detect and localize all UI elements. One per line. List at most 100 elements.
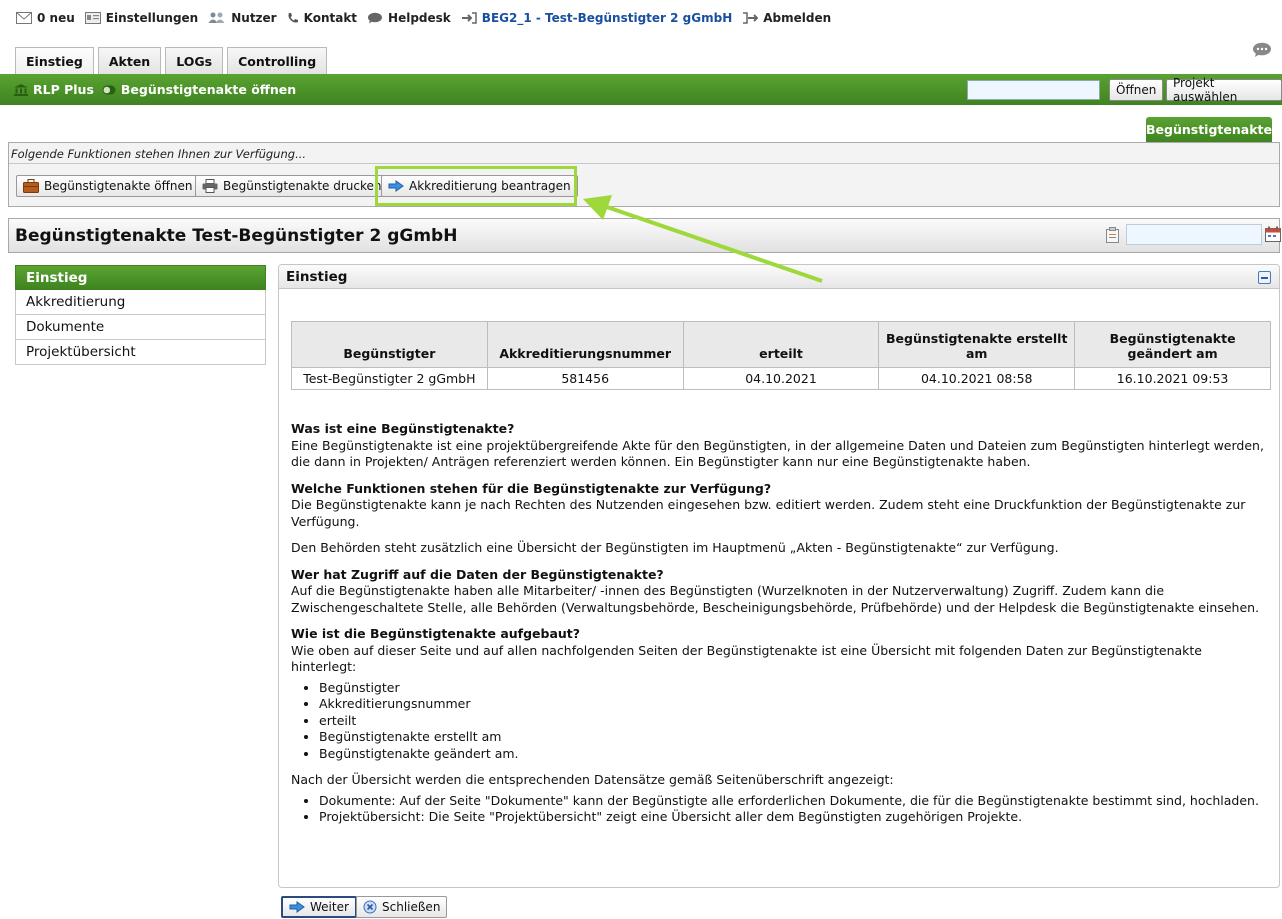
breadcrumb-bar: RLP Plus Begünstigtenakte öffnen Öffnen … xyxy=(0,74,1282,105)
toggle-icon xyxy=(102,85,116,95)
content-panel: Einstieg Begünstigter Akkreditierungsnum… xyxy=(278,264,1280,888)
structure-list: Begünstigter Akkreditierungsnummer ertei… xyxy=(291,680,1271,763)
top-utility-bar: 0 neu Einstellungen Nutzer Kontakt Helpd… xyxy=(0,0,1282,38)
login-arrow-icon xyxy=(461,12,477,24)
project-search-input[interactable] xyxy=(967,80,1100,100)
helpdesk-link[interactable]: Helpdesk xyxy=(367,11,451,25)
tab-logs[interactable]: LOGs xyxy=(165,47,224,74)
column-header: Begünstigtenakte geändert am xyxy=(1074,321,1271,368)
close-label: Schließen xyxy=(382,900,441,914)
users-link[interactable]: Nutzer xyxy=(208,11,277,25)
tab-controlling[interactable]: Controlling xyxy=(227,47,328,74)
list-item: Begünstigtenakte erstellt am xyxy=(319,729,1271,746)
column-header: erteilt xyxy=(682,321,880,368)
settings-label: Einstellungen xyxy=(105,11,199,25)
users-label: Nutzer xyxy=(231,11,277,25)
next-label: Weiter xyxy=(310,900,349,914)
calendar-icon[interactable] xyxy=(1265,226,1281,247)
table-cell: 04.10.2021 08:58 xyxy=(878,367,1076,390)
logout-link[interactable]: Abmelden xyxy=(742,11,831,25)
tab-beguenstigtenakte[interactable]: Begünstigtenakte xyxy=(1146,117,1272,142)
arrow-right-icon xyxy=(289,901,305,913)
section-text: Auf die Begünstigtenakte haben alle Mita… xyxy=(291,583,1260,615)
panel-header: Einstieg xyxy=(279,265,1279,289)
table-cell: 581456 xyxy=(486,367,684,390)
request-accreditation-button[interactable]: Akkreditierung beantragen xyxy=(381,175,578,197)
date-input[interactable] xyxy=(1126,224,1262,245)
breadcrumb-home-label: RLP Plus xyxy=(33,82,94,97)
chat-bubble-icon xyxy=(367,12,383,24)
request-accreditation-label: Akkreditierung beantragen xyxy=(409,179,571,193)
mail-icon xyxy=(16,12,32,24)
list-item: Begünstigter xyxy=(319,680,1271,697)
bank-icon xyxy=(14,83,28,96)
settings-card-icon xyxy=(84,12,101,24)
contact-label: Kontakt xyxy=(303,11,358,25)
list-item: erteilt xyxy=(319,713,1271,730)
tab-einstieg[interactable]: Einstieg xyxy=(15,47,94,74)
list-item: Projektübersicht: Die Seite "Projektüber… xyxy=(319,809,1271,826)
table-row: Test-Begünstigter 2 gGmbH 581456 04.10.2… xyxy=(291,367,1271,390)
table-header-row: Begünstigter Akkreditierungsnummer ertei… xyxy=(291,321,1271,368)
logout-icon xyxy=(742,12,759,24)
section-text: Wie oben auf dieser Seite und auf allen … xyxy=(291,642,1202,675)
print-file-button[interactable]: Begünstigtenakte drucken xyxy=(195,175,389,197)
nav-item-projektuebersicht[interactable]: Projektübersicht xyxy=(15,340,266,365)
settings-link[interactable]: Einstellungen xyxy=(84,11,199,25)
open-file-button[interactable]: Begünstigtenakte öffnen xyxy=(16,175,200,197)
phone-icon xyxy=(287,12,299,24)
helpdesk-label: Helpdesk xyxy=(388,11,451,25)
tab-akten[interactable]: Akten xyxy=(97,47,162,74)
column-header: Begünstigtenakte erstellt am xyxy=(878,321,1076,368)
table-cell: 16.10.2021 09:53 xyxy=(1074,367,1271,390)
clipboard-icon[interactable] xyxy=(1105,227,1120,248)
section-heading: Wie ist die Begünstigtenakte aufgebaut? xyxy=(291,626,581,641)
pages-list: Dokumente: Auf der Seite "Dokumente" kan… xyxy=(291,793,1271,826)
info-text: Was ist eine Begünstigtenakte? Eine Begü… xyxy=(291,421,1271,836)
close-circle-icon xyxy=(363,900,377,914)
nav-item-dokumente[interactable]: Dokumente xyxy=(15,315,266,340)
printer-icon xyxy=(202,179,218,193)
messages-link[interactable]: 0 neu xyxy=(16,11,75,25)
list-item: Dokumente: Auf der Seite "Dokumente" kan… xyxy=(319,793,1271,810)
main-tabs: Einstieg Akten LOGs Controlling xyxy=(15,47,331,74)
page-title: Begünstigtenakte Test-Begünstigter 2 gGm… xyxy=(15,225,458,246)
messages-label: 0 neu xyxy=(37,11,75,25)
chat-bubble-icon[interactable] xyxy=(1252,42,1272,61)
open-button[interactable]: Öffnen xyxy=(1109,79,1164,101)
list-item: Begünstigtenakte geändert am. xyxy=(319,746,1271,763)
section-text: Die Begünstigtenakte kann je nach Rechte… xyxy=(291,497,1246,529)
current-user-label: BEG2_1 - Test-Begünstigter 2 gGmbH xyxy=(481,11,733,25)
breadcrumb-home[interactable]: RLP Plus xyxy=(14,82,94,97)
table-cell: Test-Begünstigter 2 gGmbH xyxy=(291,367,488,390)
left-navigation: Einstieg Akkreditierung Dokumente Projek… xyxy=(15,265,266,365)
collapse-icon[interactable] xyxy=(1258,271,1271,284)
open-file-label: Begünstigtenakte öffnen xyxy=(44,179,193,193)
next-button[interactable]: Weiter xyxy=(281,896,357,918)
nav-item-akkreditierung[interactable]: Akkreditierung xyxy=(15,290,266,315)
authority-note: Den Behörden steht zusätzlich eine Übers… xyxy=(291,540,1059,555)
logout-label: Abmelden xyxy=(763,11,832,25)
page-title-bar: Begünstigtenakte Test-Begünstigter 2 gGm… xyxy=(8,218,1281,253)
contact-link[interactable]: Kontakt xyxy=(287,11,357,25)
column-header: Akkreditierungsnummer xyxy=(486,321,684,368)
list-item: Akkreditierungsnummer xyxy=(319,696,1271,713)
table-cell: 04.10.2021 xyxy=(682,367,880,390)
after-text: Nach der Übersicht werden die entspreche… xyxy=(291,772,894,787)
panel-title: Einstieg xyxy=(286,268,348,285)
column-header: Begünstigter xyxy=(291,321,488,368)
close-button[interactable]: Schließen xyxy=(356,896,448,918)
print-file-label: Begünstigtenakte drucken xyxy=(223,179,382,193)
select-project-button[interactable]: Projekt auswählen xyxy=(1166,76,1282,104)
breadcrumb-current-label: Begünstigtenakte öffnen xyxy=(120,82,297,97)
briefcase-icon xyxy=(23,179,39,193)
section-heading: Wer hat Zugriff auf die Daten der Begüns… xyxy=(291,566,664,582)
current-user-link[interactable]: BEG2_1 - Test-Begünstigter 2 gGmbH xyxy=(461,11,732,25)
section-text: Eine Begünstigtenakte ist eine projektüb… xyxy=(291,437,1264,470)
arrow-right-icon xyxy=(388,180,404,192)
section-heading: Welche Funktionen stehen für die Begünst… xyxy=(291,480,772,496)
nav-item-einstieg[interactable]: Einstieg xyxy=(15,265,266,290)
users-icon xyxy=(208,12,226,24)
summary-table: Begünstigter Akkreditierungsnummer ertei… xyxy=(291,321,1271,390)
breadcrumb-current: Begünstigtenakte öffnen xyxy=(102,82,296,97)
